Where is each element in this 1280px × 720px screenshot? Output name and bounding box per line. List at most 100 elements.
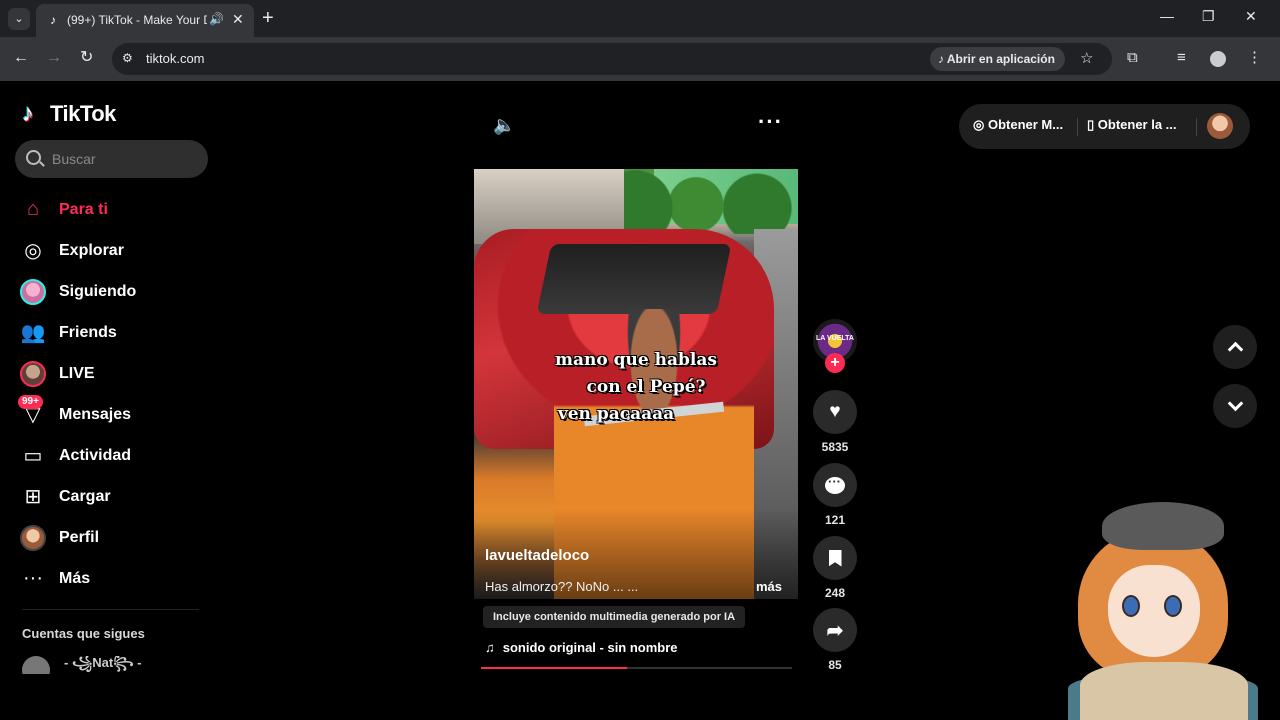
comment-count: 121 [824,513,846,527]
browser-toolbar: ← → ↻ ⚙ tiktok.com ♪ Abrir en aplicación… [0,37,1280,81]
friends-icon: 👥 [20,322,46,344]
creator-avatar-text: LA VUELTA [816,335,854,342]
sidebar-divider [22,609,199,610]
following-account-item[interactable]: - ꧁Nat꧂ - [22,656,141,674]
get-coins-label: Obtener M... [987,117,1064,132]
url-text[interactable]: tiktok.com [146,51,205,66]
sidebar-item-label: Actividad [59,446,132,464]
user-avatar[interactable] [1207,113,1233,139]
tiktok-logo[interactable]: ♪ TikTok [22,99,116,129]
caption-line: con el Pepé? [586,377,706,397]
sidebar-item-actividad[interactable]: ▭ Actividad [18,435,208,476]
video-progress-fill [481,667,628,669]
vtuber-beret [1102,502,1224,550]
chevron-down-icon [1227,395,1243,412]
video-description: Has almorzo?? NoNo ... ... [485,579,639,594]
description-more-link[interactable]: más [756,579,782,594]
video-windshield [536,244,732,314]
vtuber-face [1108,565,1200,657]
caption-line: mano que hablas [555,350,717,370]
music-note-icon: ♫ [485,640,495,655]
sidebar-item-para-ti[interactable]: ⌂ Para ti [18,189,208,230]
sidebar-item-label: Mensajes [59,405,132,423]
save-button[interactable] [813,536,857,580]
sound-link[interactable]: ♫ sonido original - sin nombre [485,640,678,655]
forward-icon[interactable]: → [46,49,62,67]
restore-icon[interactable]: ❐ [1202,8,1215,25]
sidebar-item-mas[interactable]: ··· Más [18,558,208,599]
logo-text: TikTok [50,101,116,126]
address-bar[interactable]: ⚙ tiktok.com ♪ Abrir en aplicación ☆ [112,43,1112,75]
video-player[interactable]: mano que hablas con el Pepé? ven pacaaaa… [474,169,798,599]
open-in-app-button[interactable]: ♪ Abrir en aplicación [930,47,1065,71]
sidebar-nav: ⌂ Para ti ◎ Explorar Siguiendo 👥 Friends… [18,189,208,599]
follow-plus-button[interactable]: + [825,353,845,373]
sidebar-item-label: Explorar [59,241,124,259]
browser-menu-icon[interactable]: ⋮ [1247,49,1262,67]
media-controls-icon[interactable]: ≡ [1177,49,1186,67]
sidebar-item-cargar[interactable]: ⊞ Cargar [18,476,208,517]
following-section-title: Cuentas que sigues [22,626,145,641]
sidebar-item-siguiendo[interactable]: Siguiendo [18,271,208,312]
new-tab-button[interactable]: + [262,8,274,28]
compass-icon: ◎ [24,240,42,262]
video-progress-bar[interactable] [481,667,792,669]
sidebar-item-mensajes[interactable]: ▽ 99+ Mensajes [18,394,208,435]
reload-icon[interactable]: ↻ [80,49,93,67]
pill-divider [1196,118,1197,136]
more-options-icon[interactable]: ··· [758,109,783,135]
share-button[interactable]: ➦ [813,608,857,652]
following-account-name: - ꧁Nat꧂ - [64,656,142,670]
tab-close-icon[interactable]: ✕ [232,11,244,28]
phone-icon: ▯ [1087,117,1098,132]
bookmark-icon [828,549,842,567]
like-count: 5835 [821,440,849,454]
pill-divider [1077,118,1078,136]
upload-icon: ⊞ [24,486,42,508]
live-avatar-icon [18,359,48,389]
save-count: 248 [824,586,846,600]
video-author[interactable]: lavueltadeloco [485,547,589,564]
minimize-icon[interactable]: — [1160,8,1174,24]
tab-audio-icon[interactable]: 🔊 [209,12,224,26]
caption-line: ven pacaaaa [557,404,675,424]
sidebar-item-label: Cargar [59,487,111,505]
vtuber-eye [1164,595,1182,617]
sidebar-item-label: Friends [59,323,117,341]
sidebar-item-explorar[interactable]: ◎ Explorar [18,230,208,271]
search-input[interactable]: Buscar [15,140,208,178]
sidebar-item-live[interactable]: LIVE [18,353,208,394]
sidebar-item-perfil[interactable]: Perfil [18,517,208,558]
like-button[interactable]: ♥ [813,390,857,434]
sidebar-item-label: Perfil [59,528,100,546]
browser-tabstrip: ⌄ ♪ (99+) TikTok - Make Your Day 🔊 ✕ + —… [0,0,1280,37]
home-icon: ⌂ [26,198,40,220]
site-info-icon[interactable]: ⚙ [122,51,133,65]
ai-content-label[interactable]: Incluye contenido multimedia generado po… [483,606,746,628]
window-close-icon[interactable]: ✕ [1245,8,1257,25]
tiktok-app-icon: ♪ [938,52,947,66]
sound-title: sonido original - sin nombre [502,640,678,655]
bookmark-star-icon[interactable]: ☆ [1080,49,1093,67]
sidebar-item-label: LIVE [59,364,95,382]
get-app-button[interactable]: ▯ Obtener la ... [1087,117,1177,133]
sidebar-item-label: Más [59,569,91,587]
search-placeholder: Buscar [52,151,96,167]
comment-button[interactable] [813,463,857,507]
tab-title: (99+) TikTok - Make Your Day [67,13,207,27]
tab-search-button[interactable]: ⌄ [8,8,30,30]
back-icon[interactable]: ← [13,49,29,67]
comment-icon [825,474,845,494]
extensions-icon[interactable]: ⧉ [1127,49,1138,67]
previous-video-button[interactable] [1213,325,1257,369]
chevron-up-icon [1227,341,1243,358]
browser-profile-avatar[interactable] [1208,49,1228,69]
volume-icon[interactable]: 🔈 [493,115,515,136]
sidebar-item-friends[interactable]: 👥 Friends [18,312,208,353]
get-coins-button[interactable]: ◎ Obtener M... [973,117,1063,133]
more-icon: ··· [23,567,43,589]
tiktok-note-icon: ♪ [22,100,34,127]
browser-tab[interactable]: ♪ (99+) TikTok - Make Your Day 🔊 ✕ [36,4,254,37]
profile-avatar-icon [18,523,48,553]
next-video-button[interactable] [1213,384,1257,428]
